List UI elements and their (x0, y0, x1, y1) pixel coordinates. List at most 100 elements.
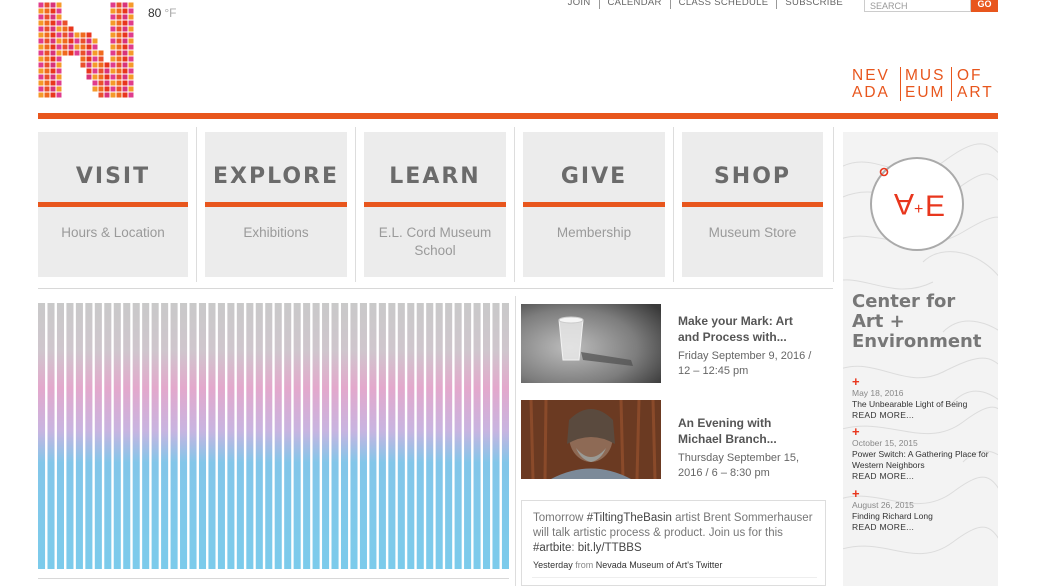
feature-bar (94, 303, 102, 569)
museum-logo-n[interactable] (38, 2, 134, 98)
tile-accent-bar (205, 202, 347, 207)
read-more-link[interactable]: READ MORE... (852, 471, 994, 482)
feature-bar (473, 303, 481, 569)
header-divider (38, 113, 998, 119)
nav-calendar-link[interactable]: CALENDAR (598, 0, 670, 9)
tile-link-museum-school[interactable]: E.L. Cord Museum School (370, 224, 500, 260)
tile-accent-bar (38, 202, 188, 207)
ae-news-date: October 15, 2015 (852, 438, 918, 448)
tweet-time[interactable]: Yesterday (533, 560, 573, 570)
feature-bar (312, 303, 320, 569)
tile-link-membership[interactable]: Membership (529, 224, 659, 242)
search-go-button[interactable]: GO (971, 0, 998, 12)
feature-bar (350, 303, 358, 569)
ae-news-item: + May 18, 2016 The Unbearable Light of B… (852, 374, 994, 421)
tile-shop[interactable]: SHOP Museum Store (682, 132, 823, 277)
tile-give[interactable]: GIVE Membership (523, 132, 665, 277)
feature-bar (378, 303, 386, 569)
plus-icon: + (852, 374, 860, 389)
ae-news-title[interactable]: Power Switch: A Gathering Place for West… (852, 449, 994, 471)
feature-bar (132, 303, 140, 569)
event-date: Friday September 9, 2016 / 12 – 12:45 pm (678, 350, 812, 377)
event-image-portrait[interactable] (521, 400, 661, 479)
ae-news-item: + August 26, 2015 Finding Richard Long R… (852, 487, 994, 533)
tweet-url-link[interactable]: bit.ly/TTBBS (578, 542, 642, 554)
feature-bar (47, 303, 55, 569)
ae-letter-e: E (925, 190, 945, 223)
feature-bar (482, 303, 491, 569)
nav-subscribe-link[interactable]: SUBSCRIBE (776, 0, 851, 9)
art-environment-logo[interactable]: A + E (869, 156, 965, 252)
feature-bar (464, 303, 472, 569)
read-more-link[interactable]: READ MORE... (852, 410, 994, 421)
tile-title: VISIT (75, 164, 151, 189)
feature-bar (208, 303, 216, 569)
tile-accent-bar (523, 202, 665, 207)
nav-join-link[interactable]: JOIN (560, 0, 599, 9)
weather-temp: 80 (148, 6, 162, 20)
ae-letter-a: A (894, 187, 914, 220)
wordmark-part: ADA (852, 84, 890, 101)
wordmark-part: EUM (905, 84, 946, 101)
feature-bar (293, 303, 301, 569)
event-image-glass[interactable] (521, 304, 661, 383)
event-date: Thursday September 15, 2016 / 6 – 8:30 p… (678, 452, 800, 479)
feature-bar (113, 303, 121, 569)
feature-bar (284, 303, 292, 569)
plus-icon: + (852, 424, 860, 439)
feature-bar (454, 303, 462, 569)
event-title[interactable]: An Evening with Michael Branch... (678, 415, 808, 447)
feature-bar (255, 303, 263, 569)
tile-title: GIVE (560, 164, 628, 189)
feature-bar (104, 303, 112, 569)
wordmark-part: MUS (905, 67, 946, 84)
event-title[interactable]: Make your Mark: Art and Process with... (678, 313, 808, 345)
feature-bar (435, 303, 443, 569)
tile-accent-bar (682, 202, 823, 207)
tile-accent-bar (364, 202, 506, 207)
feature-bar (492, 303, 500, 569)
section-divider (38, 288, 833, 289)
feature-bar (198, 303, 207, 569)
feature-bar (123, 303, 131, 569)
ae-news-title[interactable]: The Unbearable Light of Being (852, 399, 994, 410)
tile-link-hours-location[interactable]: Hours & Location (44, 224, 182, 242)
feature-bar (340, 303, 349, 569)
tile-learn[interactable]: LEARN E.L. Cord Museum School (364, 132, 506, 277)
feature-bar (85, 303, 93, 569)
nav-class-schedule-link[interactable]: CLASS SCHEDULE (669, 0, 777, 9)
tile-link-exhibitions[interactable]: Exhibitions (211, 224, 341, 242)
tweet-divider (532, 577, 817, 578)
tile-link-museum-store[interactable]: Museum Store (688, 224, 817, 242)
wordmark-divider (951, 67, 952, 101)
ae-news-title[interactable]: Finding Richard Long (852, 511, 994, 522)
feature-bar (236, 303, 244, 569)
feature-bar (322, 303, 330, 569)
hashtag-link[interactable]: #artbite (533, 542, 571, 554)
tile-title: EXPLORE (212, 164, 340, 189)
tile-visit[interactable]: VISIT Hours & Location (38, 132, 188, 277)
feature-slideshow-graphic[interactable] (38, 303, 509, 569)
search-input[interactable]: SEARCH (864, 0, 971, 12)
weather-widget: 80 °F (148, 6, 177, 20)
tile-explore[interactable]: EXPLORE Exhibitions (205, 132, 347, 277)
feature-bar (227, 303, 235, 569)
tweet-text: Tomorrow #TiltingTheBasin artist Brent S… (533, 511, 818, 556)
tweet-account-link[interactable]: Nevada Museum of Art's Twitter (596, 560, 723, 570)
ae-news-item: + October 15, 2015 Power Switch: A Gathe… (852, 424, 994, 482)
feature-bar (217, 303, 225, 569)
feature-bar (265, 303, 273, 569)
wordmark-part: ART (957, 84, 994, 101)
feature-bar (151, 303, 159, 569)
weather-unit: °F (164, 6, 177, 20)
wordmark-part: OF (957, 67, 983, 84)
hashtag-link[interactable]: #TiltingTheBasin (587, 512, 672, 524)
tweet-text-part: Tomorrow (533, 512, 587, 524)
read-more-link[interactable]: READ MORE... (852, 522, 994, 533)
feature-bar (369, 303, 377, 569)
ae-heading: Center for Art + Environment (852, 291, 982, 352)
feature-bar (246, 303, 254, 569)
wordmark-divider (900, 67, 901, 101)
tile-title: SHOP (713, 164, 792, 189)
tweet-from: from (575, 560, 594, 570)
